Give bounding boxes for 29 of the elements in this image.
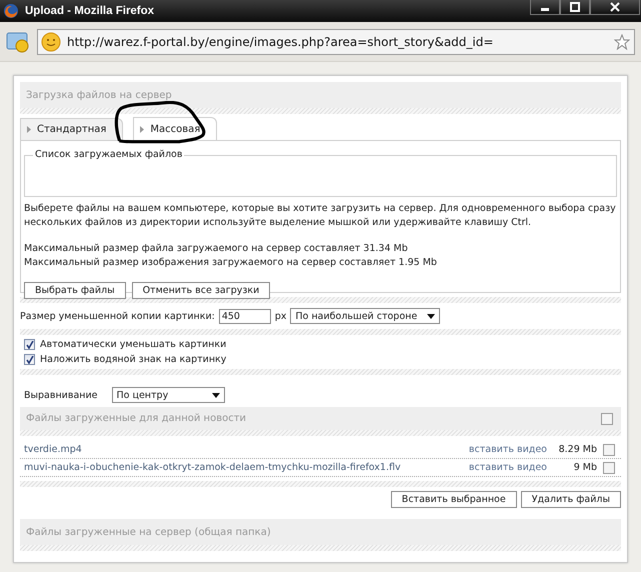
upload-button[interactable]: Выбрать файлы [24,282,126,299]
insert-video-link[interactable]: вставить видео [468,462,547,473]
address-field[interactable]: http://warez.f-portal.by/engine/images.php?area=short_story&add_id= [37,28,635,54]
upload-button[interactable]: Отменить все загрузки [132,282,270,299]
file-size: 8.29 Mb [558,444,597,455]
limit-text: Максимальный размер файла загружаемого на сервер составляет 31.34 Mb [24,242,409,256]
tab[interactable]: Стандартная [20,118,124,140]
section-header: Файлы загруженные для данной новости [26,413,246,424]
alignment-dropdown[interactable]: По центру [112,387,225,403]
insert-video-link[interactable]: вставить видео [468,444,547,455]
alignment-label: Выравнивание [24,390,98,400]
instructions-text: Выберете файлы на вашем компьютере, которые вы хотите загрузить на сервер. Для одновременного выбора сразу нескольких файлов из директории используйте выделение мышкой или удерживайте клавишу Ctrl. [24,202,617,230]
section-header: Загрузка файлов на сервер [20,82,621,108]
file-action-button[interactable]: Вставить выбранное [390,491,517,508]
thumbnail-size-field[interactable]: 450 [218,308,271,324]
resize-mode-dropdown[interactable]: По наибольшей стороне [290,308,440,324]
file-link[interactable]: muvi-nauka-i-obuchenie-kak-otkryt-zamok-delaem-tmychku-mozilla-firefox1.flv [24,462,463,473]
option-label: Автоматически уменьшать картинки [40,339,226,350]
file-list-legend: Список загружаемых файлов [33,149,184,160]
file-link[interactable]: tverdie.mp4 [24,444,463,455]
section-header: Файлы загруженные на сервер (общая папка) [26,526,271,538]
tab[interactable]: Массовая [133,117,218,140]
file-action-button[interactable]: Удалить файлы [520,491,621,508]
window-title: Upload - Mozilla Firefox [25,5,154,17]
thumbnail-size-label: Размер уменьшенной копии картинки: [20,310,215,322]
file-size: 9 Mb [572,462,597,473]
option-label: Наложить водяной знак на картинку [40,354,226,365]
unit-label: px [274,310,286,322]
limit-text: Максимальный размер изображения загружаемого на сервер составляет 1.95 Mb [24,256,438,270]
